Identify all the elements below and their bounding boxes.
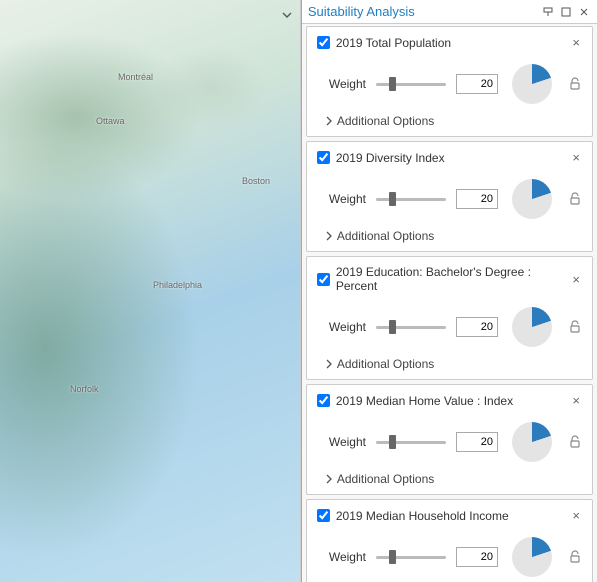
weight-lock-button[interactable]: [568, 77, 582, 91]
weight-value-input[interactable]: [456, 189, 498, 209]
criteria-card: 2019 Total Population × Weight Additiona…: [306, 26, 593, 137]
weight-lock-button[interactable]: [568, 550, 582, 564]
weight-value-input[interactable]: [456, 432, 498, 452]
additional-options-toggle[interactable]: Additional Options: [325, 357, 582, 371]
criteria-title: 2019 Diversity Index: [336, 151, 571, 165]
weight-label: Weight: [329, 77, 366, 91]
map-label: Ottawa: [96, 116, 125, 126]
panel-autohide-button[interactable]: [541, 5, 555, 19]
criteria-remove-button[interactable]: ×: [570, 35, 582, 50]
weight-pie-chart: [512, 179, 552, 219]
weight-slider[interactable]: [376, 326, 446, 329]
unlock-icon: [569, 435, 581, 449]
map-layer-dropdown[interactable]: [0, 4, 300, 26]
additional-options-label: Additional Options: [337, 357, 434, 371]
weight-lock-button[interactable]: [568, 320, 582, 334]
additional-options-label: Additional Options: [337, 114, 434, 128]
close-icon: [579, 7, 589, 17]
panel-close-button[interactable]: [577, 5, 591, 19]
panel-maximize-button[interactable]: [559, 5, 573, 19]
weight-slider[interactable]: [376, 198, 446, 201]
criteria-card: 2019 Education: Bachelor's Degree : Perc…: [306, 256, 593, 380]
criteria-card: 2019 Median Household Income × Weight Ad…: [306, 499, 593, 582]
weight-slider[interactable]: [376, 556, 446, 559]
chevron-right-icon: [325, 116, 333, 126]
criteria-enable-checkbox[interactable]: [317, 36, 330, 49]
criteria-card: 2019 Diversity Index × Weight Additional…: [306, 141, 593, 252]
criteria-title: 2019 Median Household Income: [336, 509, 571, 523]
weight-lock-button[interactable]: [568, 192, 582, 206]
additional-options-toggle[interactable]: Additional Options: [325, 472, 582, 486]
criteria-enable-checkbox[interactable]: [317, 273, 330, 286]
chevron-right-icon: [325, 359, 333, 369]
criteria-card: 2019 Median Home Value : Index × Weight …: [306, 384, 593, 495]
weight-value-input[interactable]: [456, 74, 498, 94]
criteria-remove-button[interactable]: ×: [570, 393, 582, 408]
criteria-remove-button[interactable]: ×: [570, 508, 582, 523]
map-label: Philadelphia: [153, 280, 202, 290]
weight-label: Weight: [329, 192, 366, 206]
weight-pie-chart: [512, 537, 552, 577]
unlock-icon: [569, 192, 581, 206]
maximize-icon: [561, 7, 571, 17]
weight-lock-button[interactable]: [568, 435, 582, 449]
weight-pie-chart: [512, 307, 552, 347]
map-label: Boston: [242, 176, 270, 186]
map-label: Norfolk: [70, 384, 99, 394]
panel-header: Suitability Analysis: [302, 0, 597, 24]
additional-options-label: Additional Options: [337, 229, 434, 243]
weight-value-input[interactable]: [456, 547, 498, 567]
panel-title: Suitability Analysis: [308, 4, 537, 19]
criteria-enable-checkbox[interactable]: [317, 151, 330, 164]
additional-options-toggle[interactable]: Additional Options: [325, 229, 582, 243]
map-label: Montréal: [118, 72, 153, 82]
weight-slider[interactable]: [376, 441, 446, 444]
suitability-panel: Suitability Analysis 2019 Total Populati…: [301, 0, 597, 582]
unlock-icon: [569, 320, 581, 334]
weight-value-input[interactable]: [456, 317, 498, 337]
unlock-icon: [569, 77, 581, 91]
additional-options-toggle[interactable]: Additional Options: [325, 114, 582, 128]
additional-options-label: Additional Options: [337, 472, 434, 486]
weight-slider[interactable]: [376, 83, 446, 86]
weight-label: Weight: [329, 320, 366, 334]
pin-icon: [543, 7, 553, 17]
chevron-down-icon: [282, 12, 292, 18]
criteria-title: 2019 Median Home Value : Index: [336, 394, 571, 408]
map-view[interactable]: Montréal Ottawa Boston Philadelphia Norfolk: [0, 0, 301, 582]
criteria-list: 2019 Total Population × Weight Additiona…: [302, 24, 597, 582]
weight-label: Weight: [329, 435, 366, 449]
criteria-enable-checkbox[interactable]: [317, 394, 330, 407]
criteria-remove-button[interactable]: ×: [570, 150, 582, 165]
unlock-icon: [569, 550, 581, 564]
weight-pie-chart: [512, 64, 552, 104]
criteria-title: 2019 Total Population: [336, 36, 571, 50]
criteria-remove-button[interactable]: ×: [570, 272, 582, 287]
criteria-title: 2019 Education: Bachelor's Degree : Perc…: [336, 265, 571, 293]
criteria-enable-checkbox[interactable]: [317, 509, 330, 522]
chevron-right-icon: [325, 231, 333, 241]
chevron-right-icon: [325, 474, 333, 484]
weight-label: Weight: [329, 550, 366, 564]
weight-pie-chart: [512, 422, 552, 462]
